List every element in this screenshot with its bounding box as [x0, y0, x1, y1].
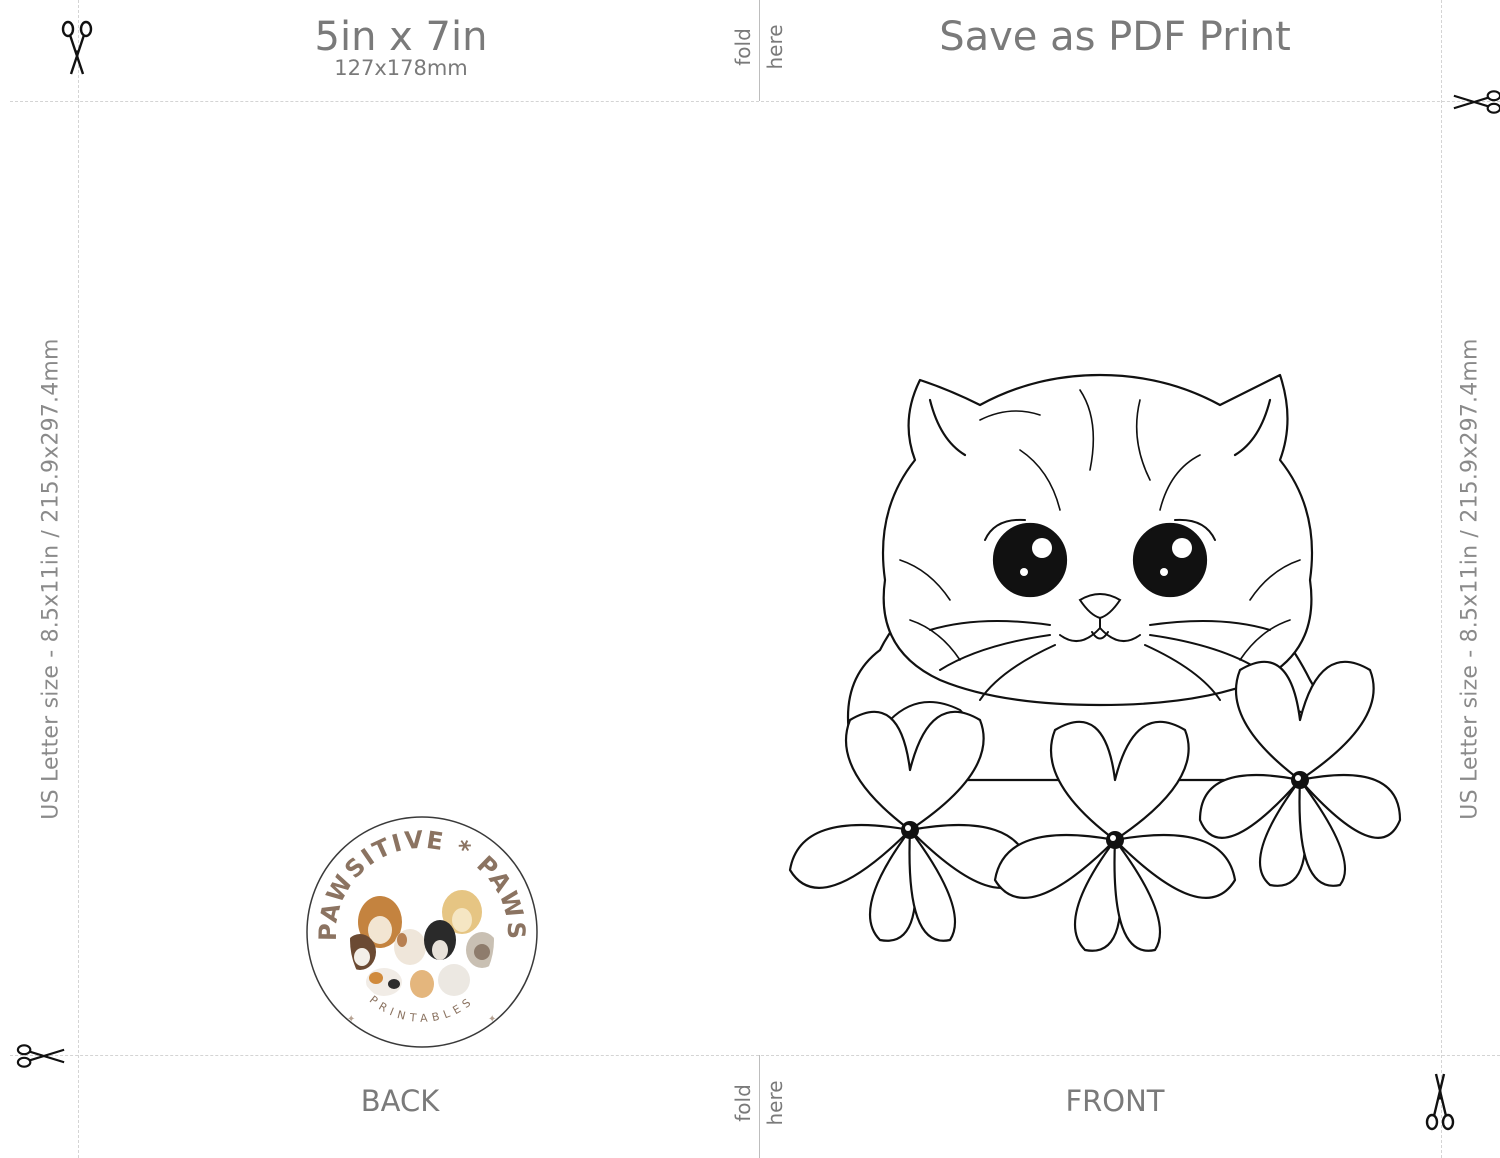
kitten-flowers-illustration: [780, 360, 1420, 960]
cut-line-bottom: [10, 1055, 1500, 1056]
fold-line-top: [759, 0, 760, 101]
here-label-top: here: [763, 24, 787, 70]
svg-text:✦: ✦: [488, 1014, 496, 1025]
scissors-icon: [1420, 1072, 1460, 1132]
save-as-pdf-label: Save as PDF Print: [939, 14, 1291, 60]
card-size-title: 5in x 7in: [314, 14, 488, 60]
scissors-icon: [1452, 86, 1500, 118]
scissors-icon: [55, 20, 99, 76]
svg-text:✦: ✦: [347, 1014, 355, 1025]
cut-line-right: [1441, 0, 1442, 1158]
pawsitive-paws-logo: PAWSITIVE * PAWS PRINTABLES ✦ ✦: [302, 812, 542, 1052]
front-label: FRONT: [1065, 1084, 1165, 1118]
fold-line-bottom: [759, 1055, 760, 1158]
here-label-bottom: here: [763, 1080, 787, 1126]
fold-label-bottom: fold: [731, 1084, 755, 1122]
card-size-metric: 127x178mm: [334, 56, 468, 80]
back-label: BACK: [360, 1084, 440, 1118]
paper-size-left: US Letter size - 8.5x11in / 215.9x297.4m…: [38, 338, 64, 820]
paper-size-right: US Letter size - 8.5x11in / 215.9x297.4m…: [1457, 338, 1483, 820]
cut-line-top: [10, 101, 1500, 102]
scissors-icon: [16, 1040, 66, 1072]
fold-label-top: fold: [731, 28, 755, 66]
cut-line-left: [78, 0, 79, 1158]
